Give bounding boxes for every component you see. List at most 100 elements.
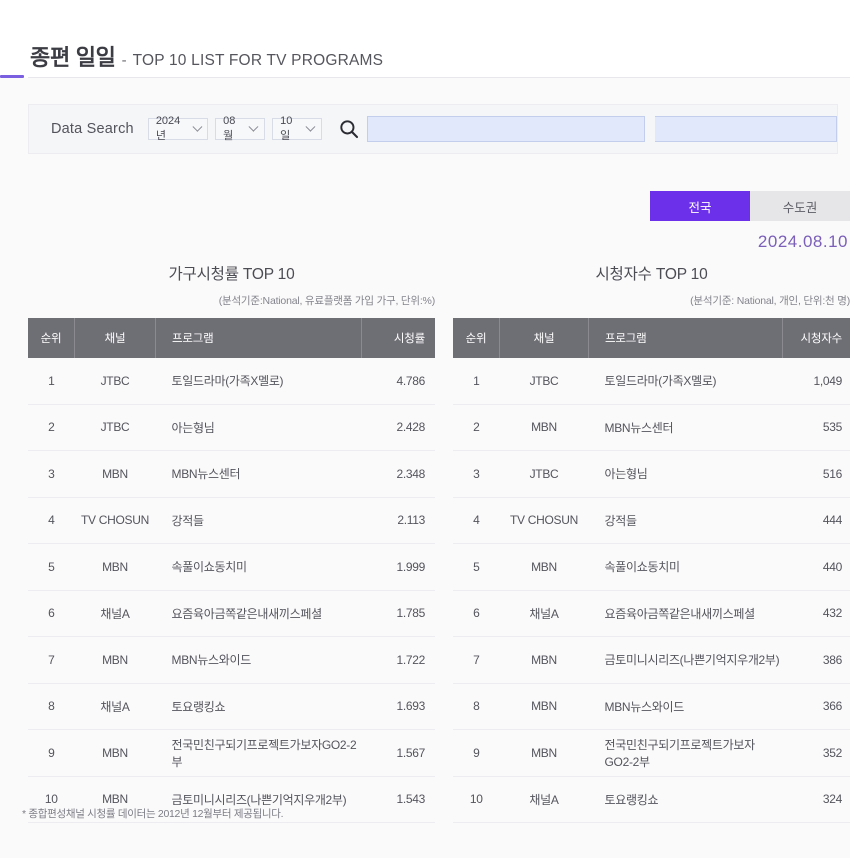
table-row[interactable]: 4 TV CHOSUN 강적들 444 <box>453 497 850 544</box>
table-row[interactable]: 2 MBN MBN뉴스센터 535 <box>453 404 850 451</box>
table-row[interactable]: 8 MBN MBN뉴스와이드 366 <box>453 683 850 730</box>
household-rating-table-block: 가구시청률 TOP 10 (분석기준:National, 유료플랫폼 가입 가구… <box>0 262 440 823</box>
cell-channel: 채널A <box>74 590 156 637</box>
cell-channel: JTBC <box>499 358 589 405</box>
day-select-value: 10일 <box>280 115 293 142</box>
table-header: 순위 채널 프로그램 시청률 <box>28 318 435 358</box>
page-title-english: TOP 10 LIST FOR TV PROGRAMS <box>132 52 384 69</box>
column-header-rank: 순위 <box>28 318 75 358</box>
cell-program: MBN뉴스와이드 <box>155 636 362 684</box>
viewer-count-table-body: 1 JTBC 토일드라마(가족X멜로) 1,049 2 MBN MBN뉴스센터 535 3 JTB… <box>453 358 850 823</box>
table-row[interactable]: 5 MBN 속풀이쇼동치미 1.999 <box>28 543 435 591</box>
column-header-program: 프로그램 <box>155 318 362 358</box>
month-select[interactable]: 08월 <box>215 115 266 142</box>
region-tab-metropolitan[interactable]: 수도권 <box>750 191 850 221</box>
cell-channel: JTBC <box>74 404 156 451</box>
cell-rank: 8 <box>28 683 75 730</box>
cell-channel: MBN <box>499 404 589 451</box>
search-keyword-input[interactable] <box>367 116 645 142</box>
cell-channel: 채널A <box>74 683 156 730</box>
search-secondary-input[interactable] <box>655 116 837 142</box>
table-row[interactable]: 7 MBN MBN뉴스와이드 1.722 <box>28 636 435 684</box>
column-header-rank: 순위 <box>453 318 500 358</box>
table-row[interactable]: 1 JTBC 토일드라마(가족X멜로) 1,049 <box>453 358 850 405</box>
cell-rank: 6 <box>28 590 75 637</box>
column-header-value: 시청자수 <box>782 318 850 358</box>
chevron-down-icon <box>248 121 259 132</box>
data-search-label: Data Search <box>51 121 134 137</box>
region-tab-nationwide[interactable]: 전국 <box>650 191 750 221</box>
cell-value: 2.348 <box>361 450 435 498</box>
cell-channel: 채널A <box>499 590 589 637</box>
cell-channel: JTBC <box>74 358 156 405</box>
cell-program: 아는형님 <box>588 450 783 498</box>
year-select[interactable]: 2024년 <box>147 115 209 142</box>
cell-value: 4.786 <box>361 358 435 405</box>
table-row[interactable]: 9 MBN 전국민친구되기프로젝트가보자GO2-2부 1.567 <box>28 729 435 777</box>
table-row[interactable]: 2 JTBC 아는형님 2.428 <box>28 404 435 451</box>
cell-program: MBN뉴스와이드 <box>588 683 783 730</box>
footnote: * 종합편성채널 시청률 데이터는 2012년 12월부터 제공됩니다. <box>22 808 284 820</box>
table-row[interactable]: 7 MBN 금토미니시리즈(나쁜기억지우개2부) 386 <box>453 636 850 684</box>
cell-value: 1.543 <box>361 776 435 823</box>
table-row[interactable]: 3 MBN MBN뉴스센터 2.348 <box>28 450 435 498</box>
viewer-count-subtitle: (분석기준: National, 개인, 단위:천 명) <box>690 295 850 307</box>
cell-value: 535 <box>782 404 850 451</box>
cell-value: 516 <box>782 450 850 498</box>
cell-rank: 10 <box>453 776 500 823</box>
household-rating-subtitle: (분석기준:National, 유료플랫폼 가입 가구, 단위:%) <box>218 295 435 307</box>
table-row[interactable]: 9 MBN 전국민친구되기프로젝트가보자GO2-2부 352 <box>453 729 850 777</box>
table-row[interactable]: 1 JTBC 토일드라마(가족X멜로) 4.786 <box>28 358 435 405</box>
region-tab-nationwide-label: 전국 <box>688 200 712 215</box>
household-rating-table-body: 1 JTBC 토일드라마(가족X멜로) 4.786 2 JTBC 아는형님 2.428 3 MBN… <box>28 358 435 823</box>
cell-value: 440 <box>782 543 850 591</box>
page-title-korean: 종편 일일 <box>30 45 116 70</box>
page-title: 종편 일일 - TOP 10 LIST FOR TV PROGRAMS <box>30 40 383 72</box>
viewer-count-title: 시청자수 TOP 10 <box>595 266 708 283</box>
viewer-count-table: 순위 채널 프로그램 시청자수 1 JTBC 토일드라마(가족X멜로) 1,049 2 M… <box>453 318 850 823</box>
cell-program: 속풀이쇼동치미 <box>588 543 783 591</box>
selected-date-label: 2024.08.10 <box>757 232 848 251</box>
cell-value: 1.722 <box>361 636 435 684</box>
table-row[interactable]: 6 채널A 요즘육아금쪽같은내새끼스페셜 432 <box>453 590 850 637</box>
cell-program: 전국민친구되기프로젝트가보자GO2-2부 <box>155 729 362 777</box>
cell-program: 토요랭킹쇼 <box>155 683 362 730</box>
search-button[interactable] <box>335 114 363 144</box>
cell-rank: 4 <box>28 497 75 544</box>
cell-channel: MBN <box>499 636 589 684</box>
cell-rank: 9 <box>453 729 500 777</box>
column-header-value: 시청률 <box>361 318 435 358</box>
table-row[interactable]: 10 채널A 토요랭킹쇼 324 <box>453 776 850 823</box>
cell-value: 1.693 <box>361 683 435 730</box>
region-tab-group: 전국 수도권 <box>650 191 850 221</box>
table-row[interactable]: 6 채널A 요즘육아금쪽같은내새끼스페셜 1.785 <box>28 590 435 637</box>
cell-program: 금토미니시리즈(나쁜기억지우개2부) <box>588 636 783 684</box>
region-tab-metropolitan-label: 수도권 <box>782 200 818 215</box>
month-select-value: 08월 <box>223 115 236 142</box>
cell-channel: TV CHOSUN <box>74 497 156 544</box>
cell-rank: 3 <box>28 450 75 498</box>
page-header: 종편 일일 - TOP 10 LIST FOR TV PROGRAMS <box>0 0 850 78</box>
header-divider <box>28 77 850 78</box>
cell-value: 432 <box>782 590 850 637</box>
page-title-separator: - <box>121 52 127 69</box>
data-search-panel: Data Search 2024년 08월 10일 <box>28 104 838 154</box>
table-row[interactable]: 3 JTBC 아는형님 516 <box>453 450 850 498</box>
cell-rank: 8 <box>453 683 500 730</box>
year-select-value: 2024년 <box>155 115 181 142</box>
cell-rank: 4 <box>453 497 500 544</box>
day-select[interactable]: 10일 <box>272 115 323 142</box>
cell-value: 444 <box>782 497 850 544</box>
table-row[interactable]: 4 TV CHOSUN 강적들 2.113 <box>28 497 435 544</box>
cell-program: 토일드라마(가족X멜로) <box>588 358 783 405</box>
table-row[interactable]: 5 MBN 속풀이쇼동치미 440 <box>453 543 850 591</box>
column-header-channel: 채널 <box>499 318 589 358</box>
household-rating-table: 순위 채널 프로그램 시청률 1 JTBC 토일드라마(가족X멜로) 4.786 2 JT… <box>28 318 435 823</box>
cell-value: 1,049 <box>782 358 850 405</box>
cell-channel: MBN <box>499 683 589 730</box>
table-row[interactable]: 8 채널A 토요랭킹쇼 1.693 <box>28 683 435 730</box>
cell-program: 강적들 <box>588 497 783 544</box>
chevron-down-icon <box>305 121 316 132</box>
cell-value: 386 <box>782 636 850 684</box>
cell-channel: MBN <box>74 543 156 591</box>
